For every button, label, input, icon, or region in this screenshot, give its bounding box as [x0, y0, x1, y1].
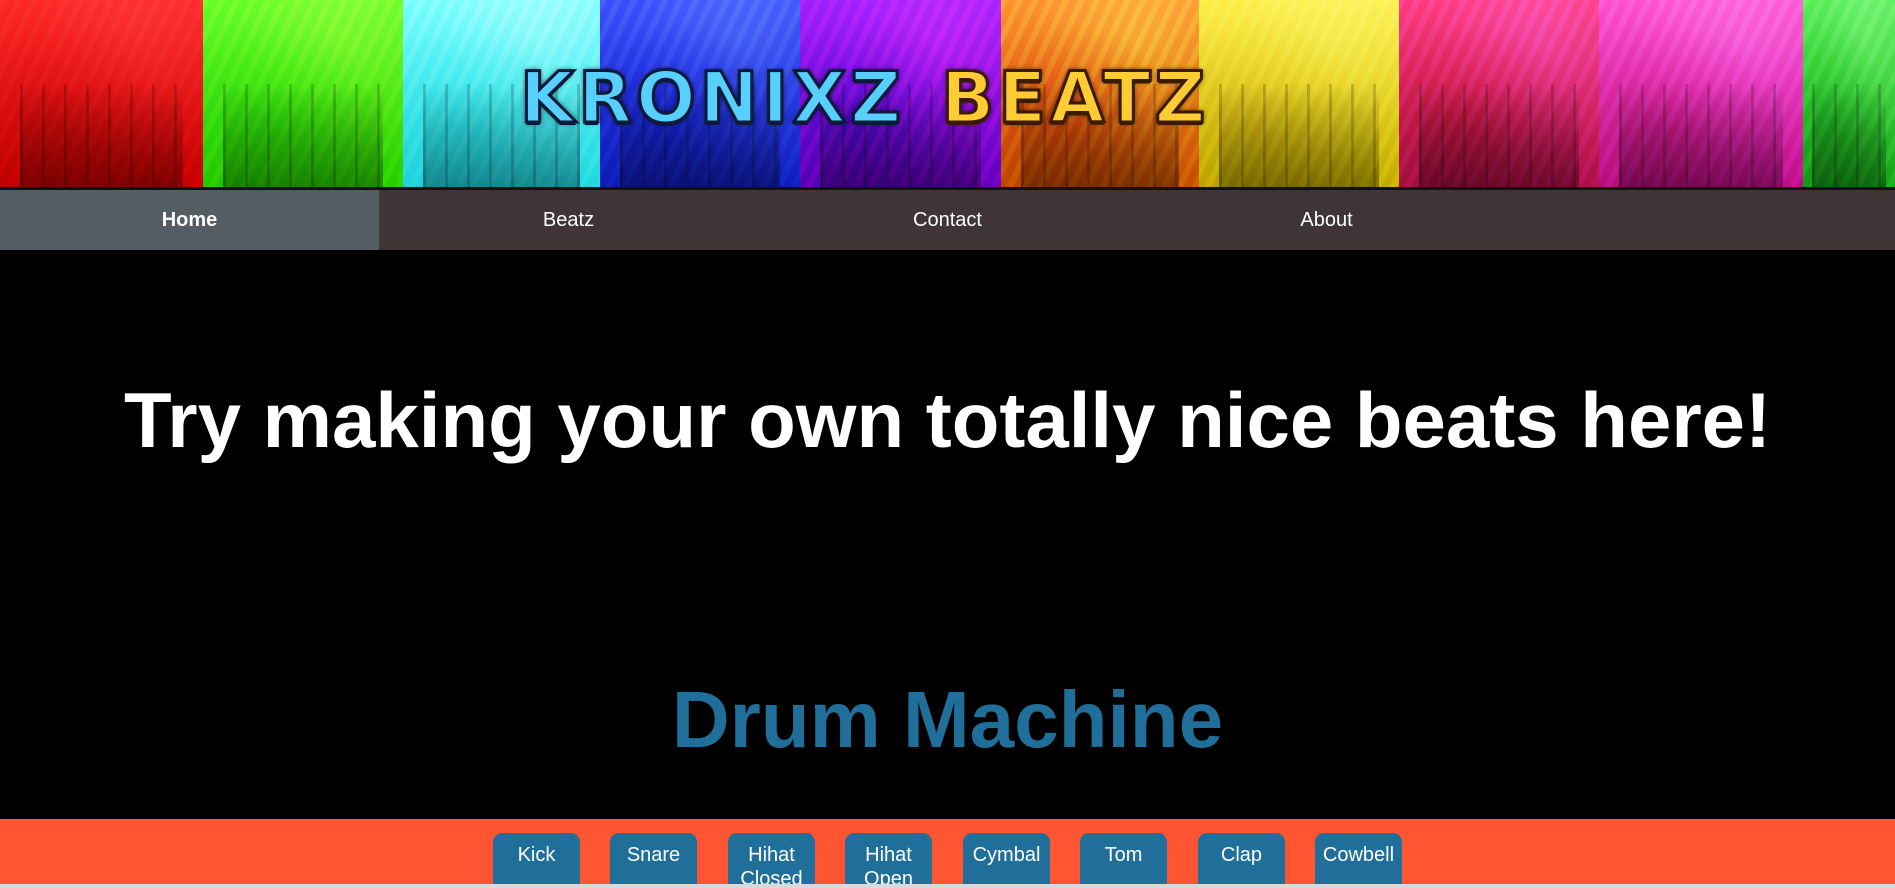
pad-snare[interactable]: Snare — [610, 833, 697, 888]
banner-band — [1803, 0, 1895, 187]
drum-machine-title: Drum Machine — [671, 675, 1224, 764]
pad-cymbal[interactable]: Cymbal — [963, 833, 1050, 888]
banner-band — [0, 0, 203, 187]
banner-band — [203, 0, 403, 187]
nav-item-home[interactable]: Home — [0, 190, 379, 250]
page-headline: Try making your own totally nice beats h… — [123, 376, 1772, 464]
nav-item-about[interactable]: About — [1137, 190, 1516, 250]
pad-clap[interactable]: Clap — [1198, 833, 1285, 888]
pad-hihat-closed[interactable]: Hihat Closed — [728, 833, 815, 888]
pad-cowbell[interactable]: Cowbell — [1315, 833, 1402, 888]
logo-word-2: BEATZ — [940, 57, 1210, 140]
banner-band — [1399, 0, 1599, 187]
nav-item-beatz[interactable]: Beatz — [379, 190, 758, 250]
main-nav: Home Beatz Contact About — [0, 190, 1895, 250]
pad-kick[interactable]: Kick — [493, 833, 580, 888]
horizontal-scrollbar[interactable] — [0, 884, 1895, 888]
drum-pad-strip: Kick Snare Hihat Closed Hihat Open Cymba… — [0, 819, 1895, 888]
site-logo[interactable]: KRONIXZ BEATZ — [518, 57, 1210, 140]
nav-item-contact[interactable]: Contact — [758, 190, 1137, 250]
pad-tom[interactable]: Tom — [1080, 833, 1167, 888]
pad-hihat-open[interactable]: Hihat Open — [845, 833, 932, 888]
banner-band — [1199, 0, 1399, 187]
banner-band — [1599, 0, 1803, 187]
logo-word-1: KRONIXZ — [518, 57, 906, 140]
site-banner: KRONIXZ BEATZ — [0, 0, 1895, 190]
page: KRONIXZ BEATZ Home Beatz Contact About T… — [0, 0, 1895, 888]
